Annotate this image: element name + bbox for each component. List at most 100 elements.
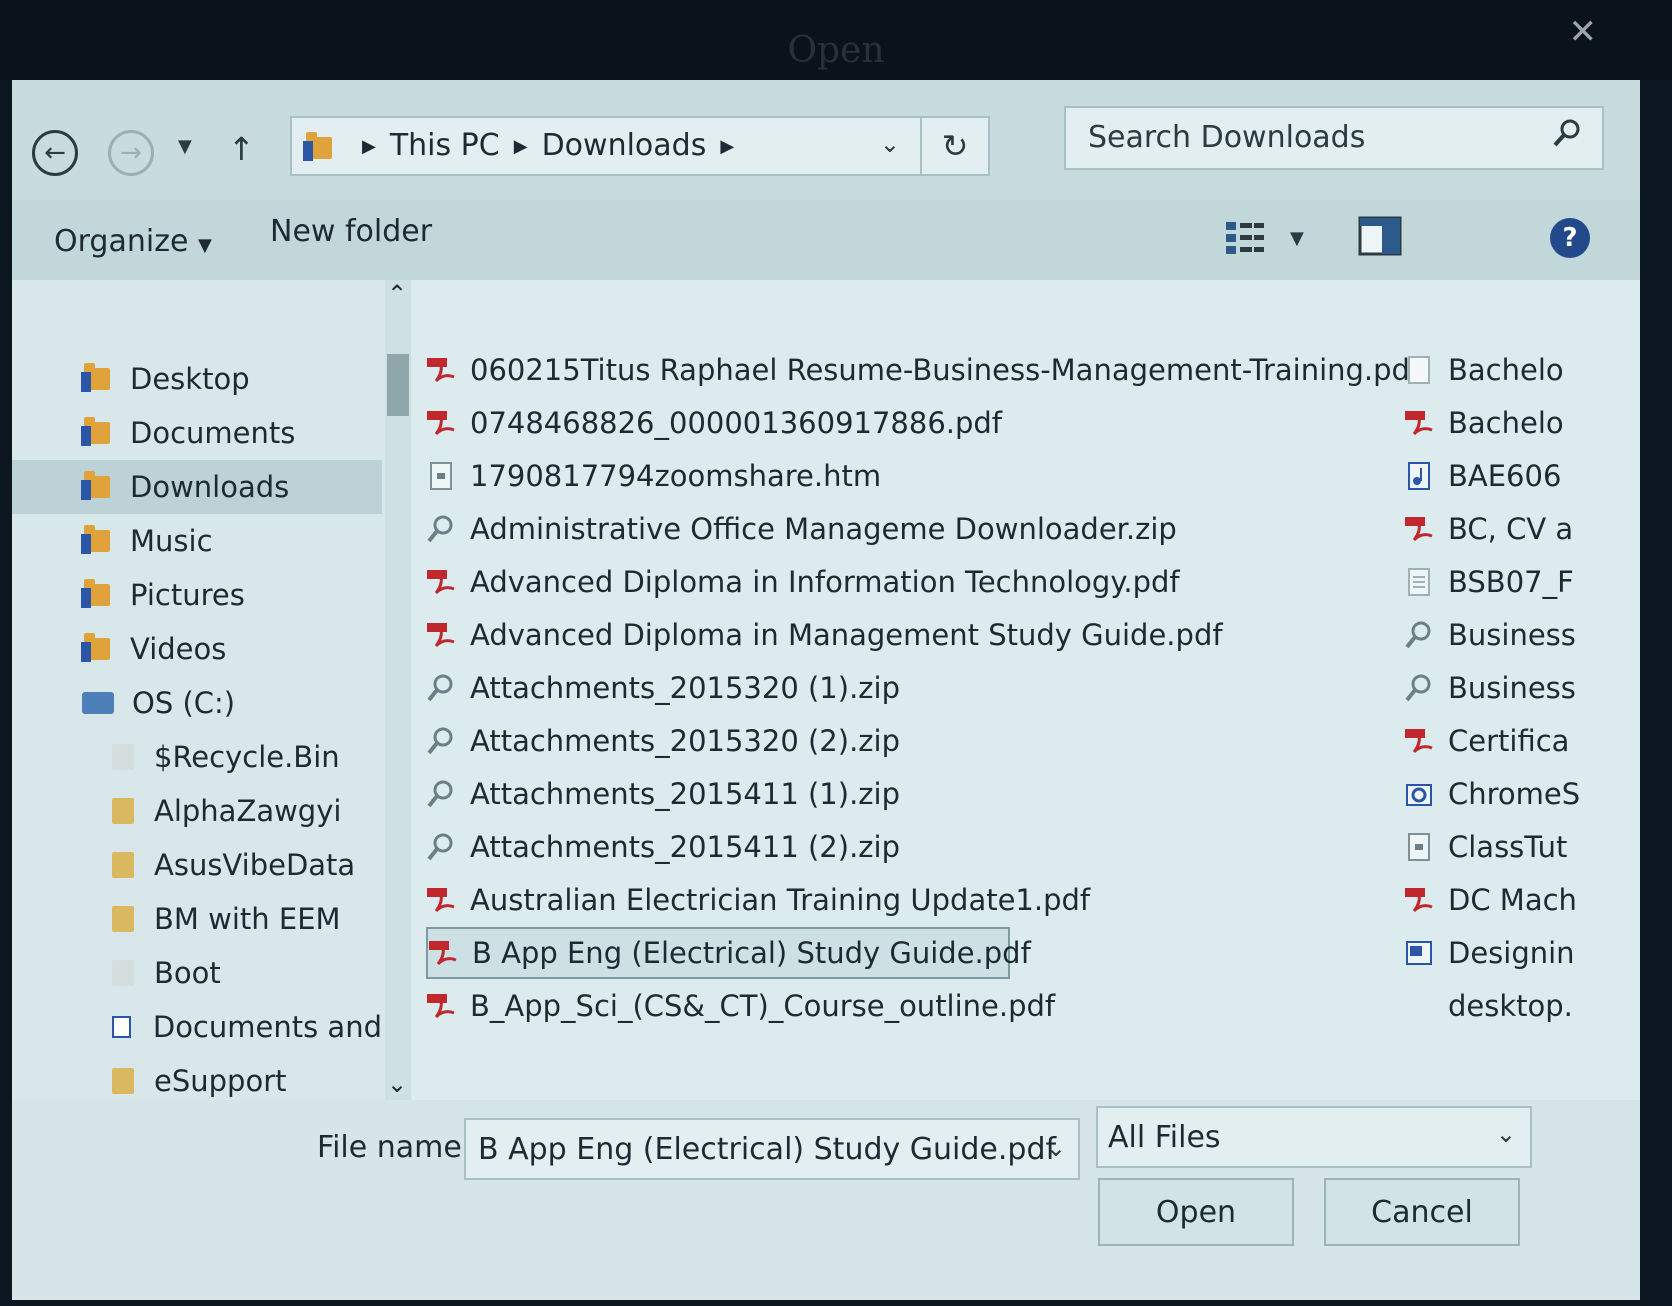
sidebar-item-downloads[interactable]: Downloads [12,460,382,514]
file-name-value[interactable]: B App Eng (Electrical) Study Guide.pdf [478,1132,1056,1167]
file-name: Administrative Office Manageme Downloade… [470,512,1177,546]
search-box[interactable]: Search Downloads [1064,106,1604,170]
search-input[interactable]: Search Downloads [1088,120,1365,155]
zip-file-icon [426,514,456,544]
breadcrumb-separator-icon[interactable]: ▶ [514,136,528,157]
sidebar-item-documents-and[interactable]: Documents and [12,1000,382,1054]
sidebar-item-asusvibedata[interactable]: AsusVibeData [12,838,382,892]
file-name: BSB07_F [1448,565,1574,599]
list-item[interactable]: 1790817794zoomshare.htm [426,450,1366,502]
change-view-icon[interactable] [1224,220,1268,260]
organize-label: Organize [54,224,189,259]
list-item[interactable]: Attachments_2015320 (1).zip [426,662,1366,714]
back-arrow-icon[interactable]: ← [32,130,78,176]
file-type-select[interactable]: All Files ⌄ [1096,1106,1532,1168]
file-name: Attachments_2015411 (1).zip [470,777,900,811]
title-bar: Open ✕ [0,0,1672,80]
breadcrumb-separator-icon[interactable]: ▶ [362,136,376,157]
list-item[interactable]: Advanced Diploma in Management Study Gui… [426,609,1366,661]
drive-icon [82,692,114,714]
view-options-chevron-icon[interactable]: ▼ [1290,228,1304,249]
file-name: Advanced Diploma in Information Technolo… [470,565,1180,599]
breadcrumb-this-pc[interactable]: This PC [390,128,500,163]
file-name: 060215Titus Raphael Resume-Business-Mana… [470,353,1421,387]
open-button[interactable]: Open [1098,1178,1294,1246]
file-name: Attachments_2015411 (2).zip [470,830,900,864]
organize-button[interactable]: Organize ▼ [54,224,212,259]
file-type-dropdown-icon[interactable]: ⌄ [1496,1120,1516,1148]
sidebar-item-videos[interactable]: Videos [12,622,382,676]
new-folder-button[interactable]: New folder [270,214,432,249]
cancel-button[interactable]: Cancel [1324,1178,1520,1246]
list-item[interactable]: Administrative Office Manageme Downloade… [426,503,1366,555]
list-item[interactable]: BSB07_F [1404,556,1640,608]
list-item[interactable]: Australian Electrician Training Update1.… [426,874,1366,926]
help-icon[interactable]: ? [1550,218,1590,258]
sidebar-item-label: Boot [154,956,221,990]
sidebar-item-documents[interactable]: Documents [12,406,382,460]
scroll-down-icon[interactable]: ⌄ [387,1070,407,1098]
list-item[interactable]: ChromeS [1404,768,1640,820]
list-item[interactable]: Business [1404,662,1640,714]
pdf-file-icon [426,885,456,915]
list-item[interactable]: BC, CV a [1404,503,1640,555]
zip-file-icon [1404,673,1434,703]
pdf-file-icon [1404,885,1434,915]
file-name: Attachments_2015320 (2).zip [470,724,900,758]
list-item[interactable]: Designin [1404,927,1640,979]
list-item[interactable]: Bachelo [1404,344,1640,396]
sidebar-item-bm-with-eem[interactable]: BM with EEM [12,892,382,946]
preview-pane-icon[interactable] [1358,216,1402,260]
list-item[interactable]: Attachments_2015411 (2).zip [426,821,1366,873]
breadcrumb-downloads[interactable]: Downloads [542,128,707,163]
scrollbar-thumb[interactable] [387,354,409,416]
file-name-field[interactable]: B App Eng (Electrical) Study Guide.pdf ⌄ [464,1118,1080,1180]
app-file-icon [1404,779,1434,809]
close-icon[interactable]: ✕ [1569,12,1598,52]
address-bar[interactable]: ▶ This PC ▶ Downloads ▶ ⌄ ↻ [290,116,990,176]
zip-file-icon [426,779,456,809]
shortcut-folder-icon [112,1016,131,1038]
scroll-up-icon[interactable]: ⌃ [387,280,407,308]
list-item[interactable]: Business [1404,609,1640,661]
file-name-label: File name: [317,1130,472,1165]
file-name-dropdown-icon[interactable]: ⌄ [1046,1134,1066,1162]
list-item[interactable]: desktop. [1404,980,1640,1032]
sidebar-item-desktop[interactable]: Desktop [12,352,382,406]
search-icon[interactable] [1550,116,1584,154]
sidebar-item-recycle-bin[interactable]: $Recycle.Bin [12,730,382,784]
list-item[interactable]: DC Mach [1404,874,1640,926]
sidebar-item-alphazawgyi[interactable]: AlphaZawgyi [12,784,382,838]
list-item[interactable]: ClassTut [1404,821,1640,873]
list-item[interactable]: Attachments_2015320 (2).zip [426,715,1366,767]
recent-locations-chevron-icon[interactable]: ▼ [178,136,192,157]
up-arrow-icon[interactable]: ↑ [228,130,255,168]
sidebar-item-boot[interactable]: Boot [12,946,382,1000]
list-item[interactable]: Attachments_2015411 (1).zip [426,768,1366,820]
sidebar-item-os-c[interactable]: OS (C:) [12,676,382,730]
forward-arrow-icon[interactable]: → [108,130,154,176]
file-name: DC Mach [1448,883,1577,917]
refresh-icon[interactable]: ↻ [920,118,988,174]
pdf-file-icon [426,408,456,438]
address-dropdown-icon[interactable]: ⌄ [880,130,900,158]
navigation-pane: Desktop Documents Downloads Music Pictur… [12,280,412,1150]
file-name: Advanced Diploma in Management Study Gui… [470,618,1223,652]
list-item[interactable]: BAE606 [1404,450,1640,502]
list-item[interactable]: Advanced Diploma in Information Technolo… [426,556,1366,608]
pdf-file-icon [1404,408,1434,438]
command-bar: Organize ▼ New folder ▼ ? [12,200,1640,280]
list-item[interactable]: B App Eng (Electrical) Study Guide.pdf [426,927,1031,979]
sidebar-item-label: eSupport [154,1064,287,1098]
list-item[interactable]: 0748468826_000001360917886.pdf [426,397,1366,449]
list-item[interactable]: B_App_Sci_(CS&_CT)_Course_outline.pdf [426,980,1366,1032]
documents-folder-icon [81,417,110,446]
list-item[interactable]: Bachelo [1404,397,1640,449]
sidebar-item-pictures[interactable]: Pictures [12,568,382,622]
sidebar-item-music[interactable]: Music [12,514,382,568]
file-name: ClassTut [1448,830,1568,864]
breadcrumb-separator-icon[interactable]: ▶ [720,136,734,157]
list-item[interactable]: Certifica [1404,715,1640,767]
list-item[interactable]: 060215Titus Raphael Resume-Business-Mana… [426,344,1420,396]
sidebar-scrollbar[interactable]: ⌃ ⌄ [385,280,411,1150]
